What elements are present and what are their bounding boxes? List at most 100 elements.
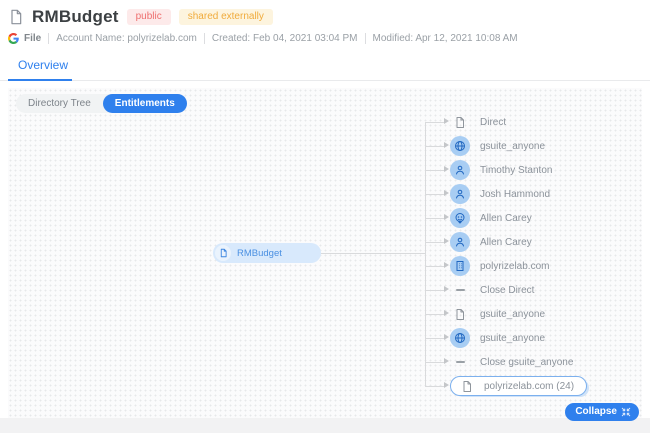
collapse-button-label: Collapse bbox=[575, 406, 617, 417]
arrow-icon bbox=[444, 118, 449, 124]
entitlement-leaf[interactable]: gsuite_anyone bbox=[450, 136, 545, 156]
created-date: Created: Feb 04, 2021 03:04 PM bbox=[211, 33, 358, 44]
google-logo-icon bbox=[8, 33, 19, 44]
entitlement-label: Direct bbox=[480, 116, 507, 128]
connector-branch bbox=[425, 238, 449, 244]
entitlement-list: Direct gsuite_anyone Timothy Stanton Josh H… bbox=[425, 110, 588, 398]
root-file-node[interactable]: RMBudget bbox=[213, 243, 321, 263]
document-icon bbox=[215, 245, 231, 261]
entitlement-row: gsuite_anyone bbox=[425, 326, 587, 350]
user-icon bbox=[450, 160, 470, 180]
arrow-icon bbox=[444, 286, 449, 292]
entitlement-leaf[interactable]: Close Direct bbox=[450, 280, 534, 300]
toggle-directory-tree[interactable]: Directory Tree bbox=[16, 94, 103, 113]
entitlement-group-node[interactable]: polyrizelab.com (24) bbox=[450, 376, 588, 396]
connector-branch bbox=[425, 190, 449, 196]
account-name: Account Name: polyrizelab.com bbox=[56, 33, 197, 44]
connector-branch bbox=[425, 382, 449, 388]
entitlement-label: gsuite_anyone bbox=[480, 332, 546, 344]
arrow-icon bbox=[444, 166, 449, 172]
connector-branch bbox=[425, 358, 449, 364]
entitlement-row: Allen Carey bbox=[425, 230, 587, 254]
entitlement-row: Timothy Stanton bbox=[425, 158, 587, 182]
collapse-icon bbox=[621, 407, 631, 417]
globe-icon bbox=[450, 328, 470, 348]
user-icon bbox=[450, 184, 470, 204]
arrow-icon bbox=[444, 334, 449, 340]
entitlement-row: polyrizelab.com bbox=[425, 254, 587, 278]
entitlement-leaf[interactable]: Timothy Stanton bbox=[450, 160, 552, 180]
page-title: RMBudget bbox=[32, 7, 119, 26]
entitlement-leaf[interactable]: gsuite_anyone bbox=[450, 304, 545, 324]
entitlement-label: Close gsuite_anyone bbox=[480, 356, 574, 368]
connector-branch bbox=[425, 166, 449, 172]
anonymous-icon bbox=[450, 208, 470, 228]
dash-icon bbox=[450, 352, 470, 372]
tab-bar: Overview bbox=[0, 54, 650, 81]
arrow-icon bbox=[444, 382, 449, 388]
separator bbox=[203, 33, 205, 44]
document-icon bbox=[450, 112, 470, 132]
connector-branch bbox=[425, 334, 449, 340]
file-meta-row: File Account Name: polyrizelab.com Creat… bbox=[8, 33, 640, 44]
public-badge: public bbox=[126, 9, 171, 25]
entitlement-row: Close gsuite_anyone bbox=[425, 350, 587, 374]
connector-branch bbox=[425, 142, 449, 148]
entitlement-leaf[interactable]: gsuite_anyone bbox=[450, 328, 545, 348]
entitlement-label: polyrizelab.com (24) bbox=[484, 380, 575, 392]
root-node-label: RMBudget bbox=[237, 247, 282, 259]
arrow-icon bbox=[444, 190, 449, 196]
view-toggle: Directory Tree Entitlements bbox=[16, 94, 187, 113]
entitlement-row: Direct bbox=[425, 110, 587, 134]
entitlement-row: Allen Carey bbox=[425, 206, 587, 230]
page-header: RMBudget public shared externally File A… bbox=[0, 0, 650, 44]
entitlement-label: Allen Carey bbox=[480, 212, 532, 224]
connector-branch bbox=[425, 262, 449, 268]
file-type-label: File bbox=[24, 33, 42, 44]
arrow-icon bbox=[444, 142, 449, 148]
arrow-icon bbox=[444, 358, 449, 364]
entitlement-row: gsuite_anyone bbox=[425, 134, 587, 158]
entitlement-row: polyrizelab.com (24) bbox=[425, 374, 588, 398]
organization-icon bbox=[450, 256, 470, 276]
shared-externally-badge: shared externally bbox=[178, 9, 273, 25]
entitlement-label: Allen Carey bbox=[480, 236, 532, 248]
entitlement-label: polyrizelab.com bbox=[480, 260, 550, 272]
entitlement-leaf[interactable]: polyrizelab.com bbox=[450, 256, 549, 276]
connector-branch bbox=[425, 310, 449, 316]
entitlement-leaf[interactable]: Josh Hammond bbox=[450, 184, 550, 204]
connector-branch bbox=[425, 214, 449, 220]
entitlement-label: gsuite_anyone bbox=[480, 308, 546, 320]
arrow-icon bbox=[444, 310, 449, 316]
entitlement-leaf[interactable]: Close gsuite_anyone bbox=[450, 352, 573, 372]
document-icon bbox=[8, 8, 24, 26]
globe-icon bbox=[450, 136, 470, 156]
entitlement-label: Close Direct bbox=[480, 284, 535, 296]
toggle-entitlements[interactable]: Entitlements bbox=[102, 94, 187, 113]
entitlement-label: gsuite_anyone bbox=[480, 140, 546, 152]
connector-line bbox=[321, 253, 425, 254]
dash-icon bbox=[450, 280, 470, 300]
file-details-page: RMBudget public shared externally File A… bbox=[0, 0, 650, 421]
tab-overview[interactable]: Overview bbox=[8, 54, 86, 81]
separator bbox=[48, 33, 50, 44]
connector-branch bbox=[425, 286, 449, 292]
modified-date: Modified: Apr 12, 2021 10:08 AM bbox=[372, 33, 518, 44]
arrow-icon bbox=[444, 214, 449, 220]
connector-branch bbox=[425, 118, 449, 124]
collapse-button[interactable]: Collapse bbox=[565, 403, 639, 421]
document-icon bbox=[457, 376, 477, 396]
entitlement-row: gsuite_anyone bbox=[425, 302, 587, 326]
arrow-icon bbox=[444, 238, 449, 244]
entitlement-row: Josh Hammond bbox=[425, 182, 587, 206]
entitlement-leaf[interactable]: Allen Carey bbox=[450, 208, 532, 228]
arrow-icon bbox=[444, 262, 449, 268]
separator bbox=[364, 33, 366, 44]
entitlement-label: Josh Hammond bbox=[480, 188, 551, 200]
entitlement-row: Close Direct bbox=[425, 278, 587, 302]
user-icon bbox=[450, 232, 470, 252]
entitlement-leaf[interactable]: Direct bbox=[450, 112, 506, 132]
entitlements-canvas: Directory Tree Entitlements RMBudget Dir… bbox=[8, 88, 642, 421]
document-icon bbox=[450, 304, 470, 324]
entitlement-leaf[interactable]: Allen Carey bbox=[450, 232, 532, 252]
